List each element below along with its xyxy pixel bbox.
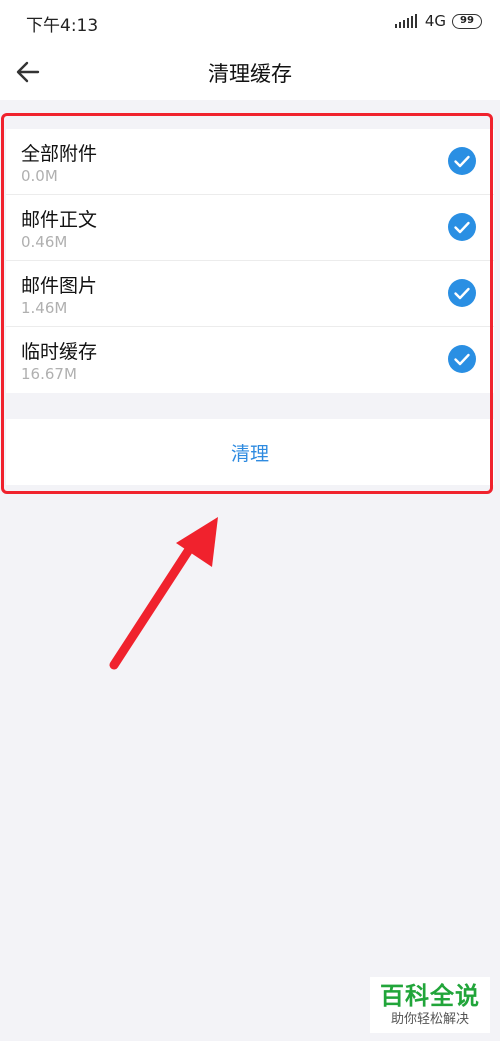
cache-item-size: 0.46M — [21, 233, 68, 251]
red-arrow-icon — [109, 517, 218, 670]
cache-item-label: 邮件正文 — [21, 209, 98, 231]
clean-action-row: 清理 — [6, 419, 494, 485]
signal-icon — [394, 14, 417, 28]
page-title: 清理缓存 — [208, 62, 292, 86]
cache-item-label: 全部附件 — [21, 143, 98, 165]
status-bar: 下午4:13 4G 99 — [0, 0, 500, 44]
cache-item-mail-body[interactable]: 邮件正文 0.46M — [6, 195, 494, 261]
battery-icon: 99 — [452, 13, 482, 29]
battery-level: 99 — [460, 14, 474, 26]
network-type: 4G — [424, 12, 446, 30]
status-time: 下午4:13 — [26, 16, 99, 36]
status-indicators: 4G 99 — [394, 12, 482, 30]
cache-item-attachments[interactable]: 全部附件 0.0M — [6, 129, 494, 195]
cache-item-size: 16.67M — [21, 365, 77, 383]
watermark-subtitle: 助你轻松解决 — [390, 1012, 469, 1027]
checkmark-icon[interactable] — [448, 147, 476, 175]
cache-item-mail-images[interactable]: 邮件图片 1.46M — [6, 261, 494, 327]
cache-item-size: 0.0M — [21, 167, 58, 185]
checkmark-icon[interactable] — [448, 213, 476, 241]
nav-bar: 清理缓存 — [0, 44, 500, 100]
cache-item-temp[interactable]: 临时缓存 16.67M — [6, 327, 494, 393]
checkmark-icon[interactable] — [448, 279, 476, 307]
watermark: 百科全说 助你轻松解决 — [370, 977, 490, 1033]
checkmark-icon[interactable] — [448, 345, 476, 373]
watermark-title: 百科全说 — [380, 982, 480, 1010]
cache-item-size: 1.46M — [21, 299, 68, 317]
cache-list: 全部附件 0.0M 邮件正文 0.46M 邮件图片 1.46M 临时缓存 16.… — [6, 129, 494, 393]
cache-item-label: 临时缓存 — [21, 341, 98, 363]
cache-item-label: 邮件图片 — [21, 275, 98, 297]
clean-button[interactable]: 清理 — [211, 431, 289, 474]
